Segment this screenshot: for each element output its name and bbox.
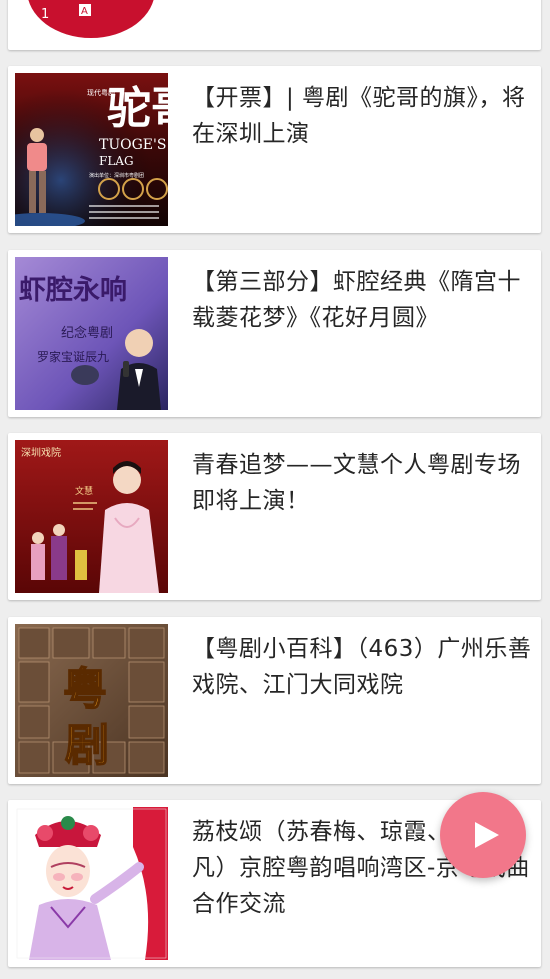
article-thumbnail: 粤 剧 — [15, 624, 168, 777]
thumb-text: 1 — [41, 7, 49, 22]
play-button[interactable] — [440, 792, 526, 878]
article-title: 【粤剧小百科】（463）广州乐善戏院、江门大同戏院 — [192, 636, 532, 698]
article-card-partial[interactable]: 1 A — [8, 0, 541, 50]
thumb-title: 驼哥 — [107, 83, 168, 134]
svg-text:A: A — [81, 6, 88, 17]
thumb-english-2: FLAG — [99, 154, 134, 168]
article-feed: 1 A 驼 现代粤剧 TUOGE'S FLAG 演出单位：深圳市粤剧团 【开票】… — [0, 0, 550, 979]
thumb-subtitle: 现代粤剧 — [87, 88, 115, 97]
article-card[interactable]: 虾腔永响 纪念粤剧 罗家宝诞辰九 【第三部分】虾腔经典《隋宫十载菱花梦》《花好月… — [8, 250, 541, 417]
article-thumbnail: 驼哥 现代粤剧 TUOGE'S FLAG 演出单位：深圳市粤剧团 — [15, 73, 168, 226]
play-icon — [475, 822, 499, 848]
thumb-english-1: TUOGE'S — [99, 137, 166, 153]
thumb-caption: 罗家宝诞辰九 — [37, 349, 109, 364]
thumb-title: 虾腔永响 — [19, 274, 127, 306]
article-card[interactable]: 深圳戏院 文慧 青春追梦——文慧个人粤剧专场即将上演！ — [8, 433, 541, 600]
article-card[interactable]: 粤 剧 【粤剧小百科】（463）广州乐善戏院、江门大同戏院 — [8, 617, 541, 784]
article-thumbnail: 深圳戏院 文慧 — [15, 440, 168, 593]
thumb-brand: 深圳戏院 — [21, 446, 61, 459]
thumb-char-2: 剧 — [65, 720, 109, 771]
article-thumbnail: 虾腔永响 纪念粤剧 罗家宝诞辰九 — [15, 257, 168, 410]
article-title: 青春追梦——文慧个人粤剧专场即将上演！ — [192, 452, 521, 514]
article-title: 【第三部分】虾腔经典《隋宫十载菱花梦》《花好月圆》 — [192, 269, 521, 331]
thumb-name: 文慧 — [75, 485, 93, 497]
thumb-subtitle: 纪念粤剧 — [61, 325, 113, 341]
article-thumbnail — [15, 807, 168, 960]
article-card[interactable]: 驼哥 现代粤剧 TUOGE'S FLAG 演出单位：深圳市粤剧团 【开票】| 粤… — [8, 66, 541, 233]
thumb-char-1: 粤 — [63, 664, 107, 715]
thumb-caption: 演出单位：深圳市粤剧团 — [89, 172, 144, 179]
article-title: 【开票】| 粤剧《驼哥的旗》，将在深圳上演 — [192, 85, 526, 147]
article-thumbnail: 1 A — [15, 0, 168, 38]
